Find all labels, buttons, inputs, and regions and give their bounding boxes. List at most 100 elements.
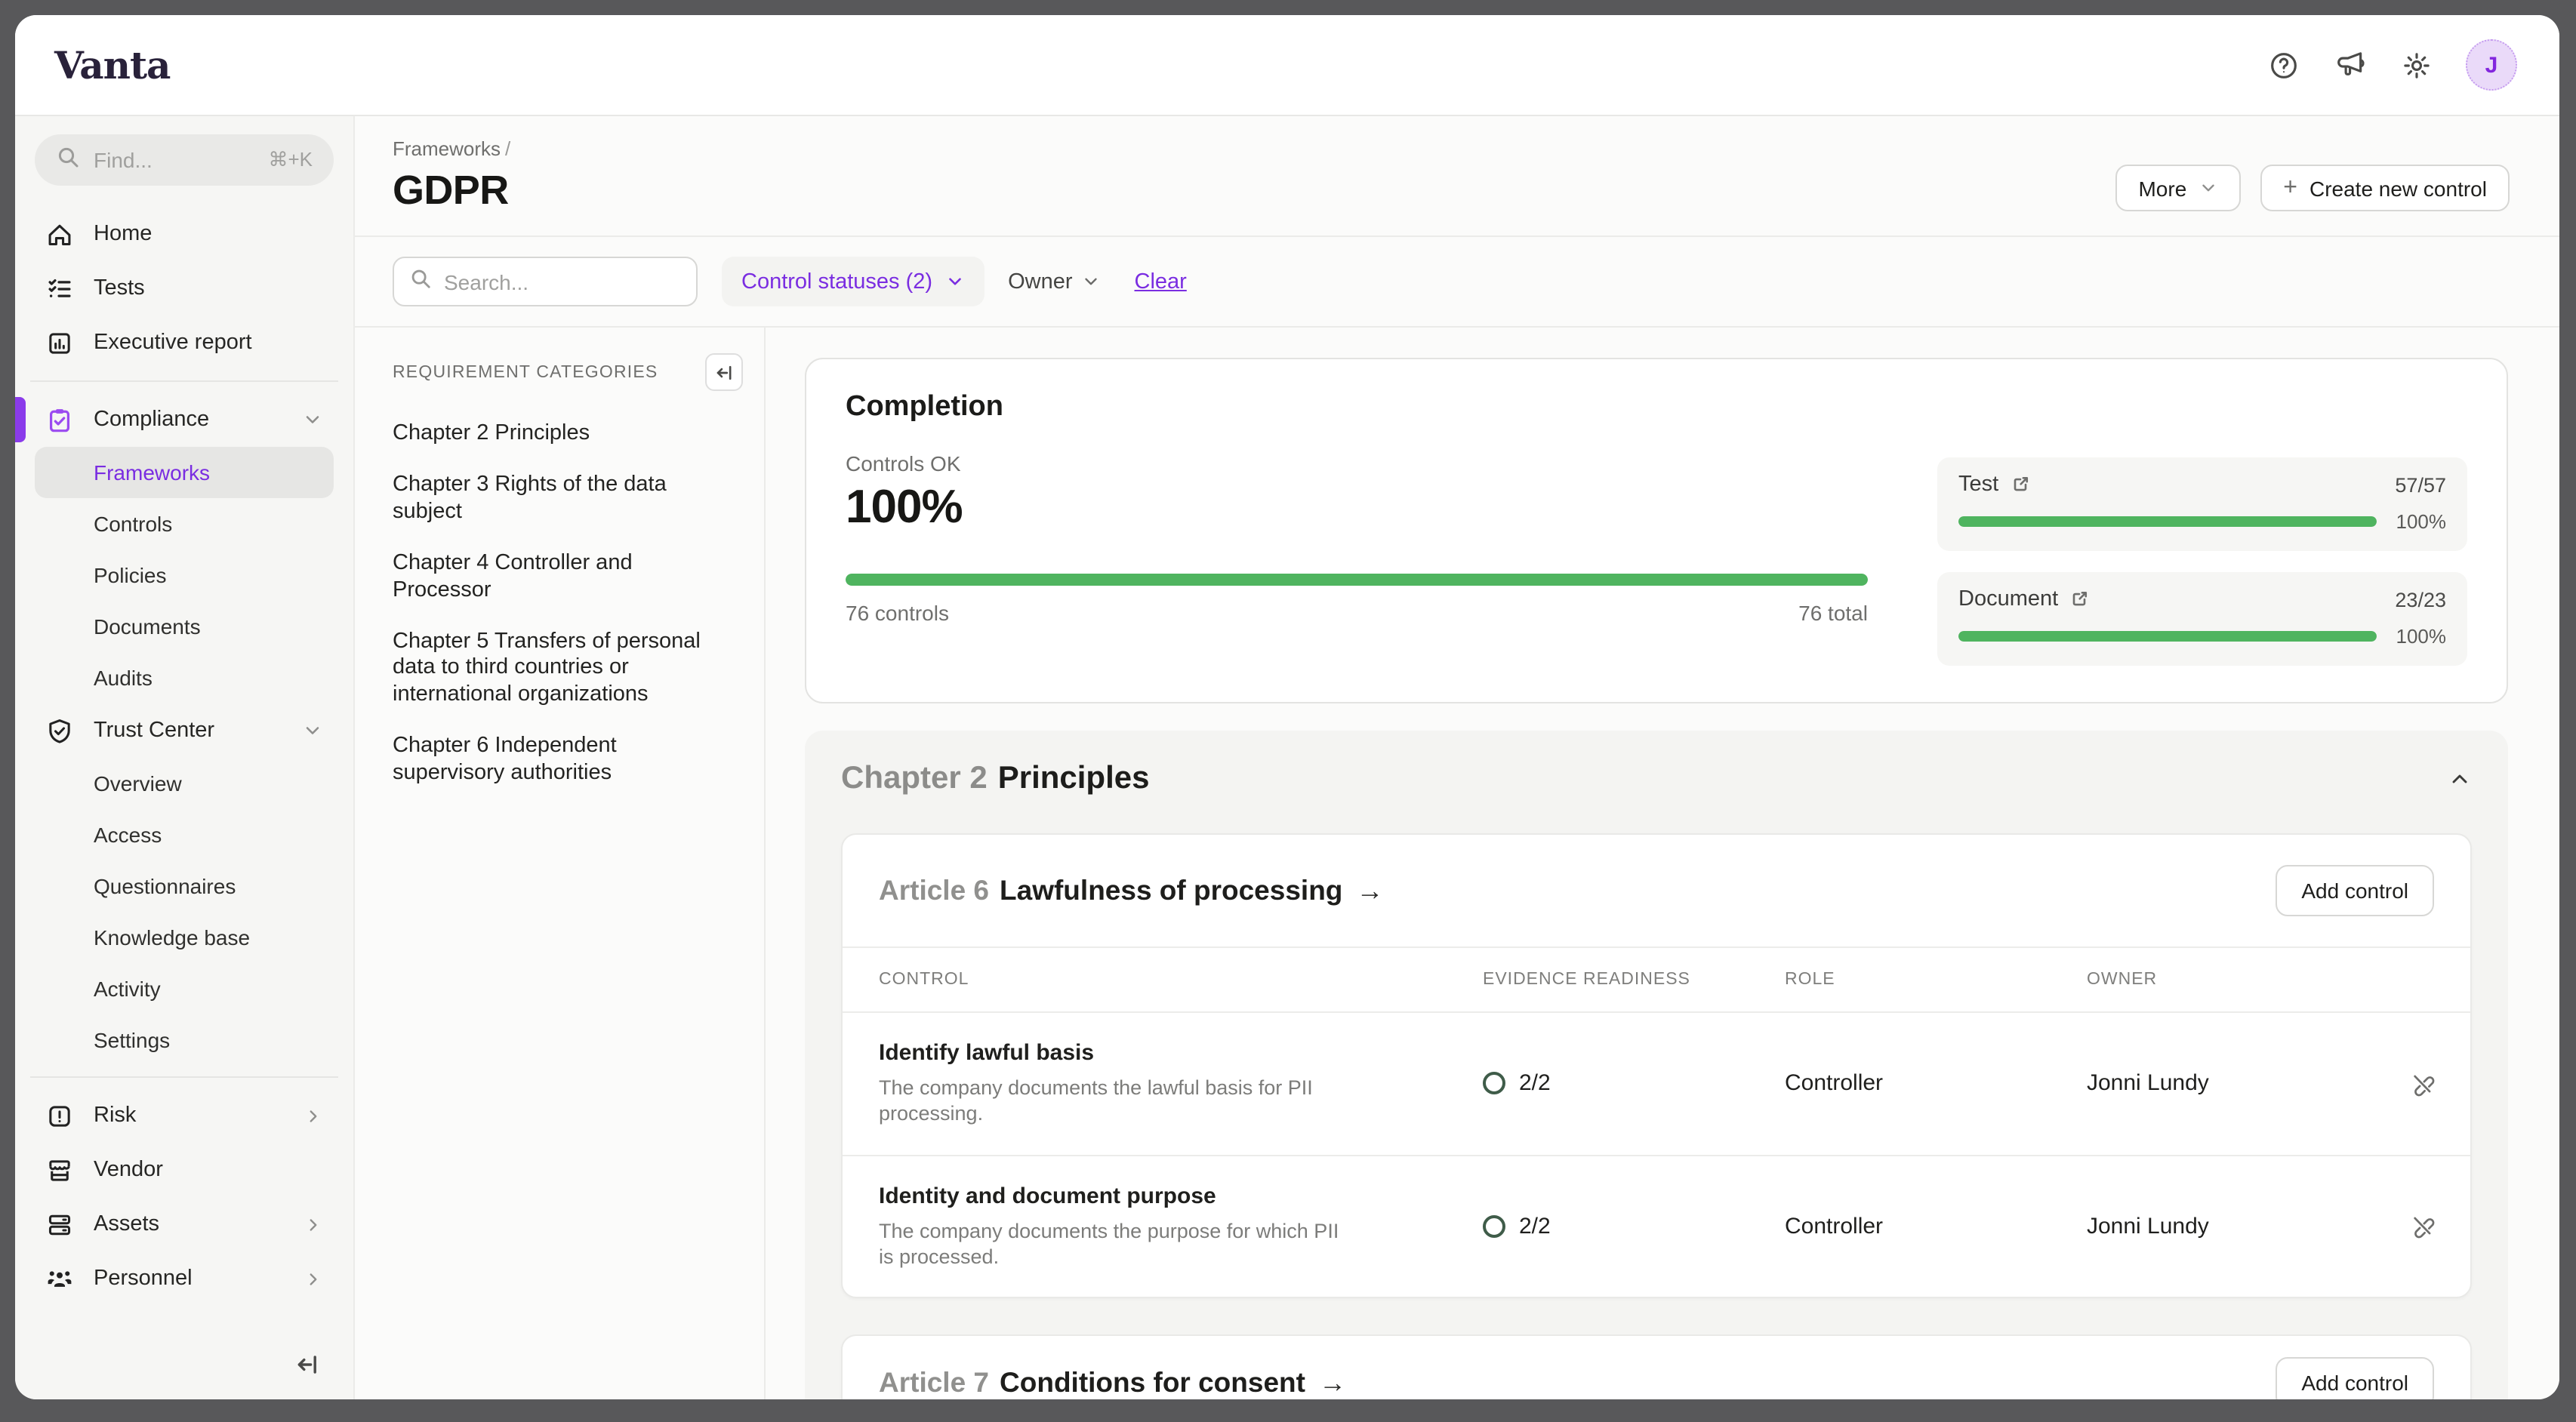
category-item[interactable]: Chapter 4 Controller and Processor: [393, 551, 728, 604]
arrow-right-icon: →: [1319, 1367, 1346, 1399]
add-control-label: Add control: [2301, 1371, 2408, 1395]
control-row[interactable]: Identity and document purpose The compan…: [843, 1154, 2470, 1297]
more-button[interactable]: More: [2115, 165, 2241, 211]
requirement-categories-panel: REQUIREMENT CATEGORIES Chapter 2 Princip…: [355, 328, 766, 1399]
category-item[interactable]: Chapter 3 Rights of the data subject: [393, 473, 728, 526]
controls-ok-percent: 100%: [846, 480, 1868, 534]
sidebar-item-documents[interactable]: Documents: [35, 601, 334, 652]
sidebar-item-label: Settings: [94, 1028, 170, 1052]
sidebar-item-questionnaires[interactable]: Questionnaires: [35, 860, 334, 912]
sidebar-item-tests[interactable]: Tests: [35, 261, 334, 315]
controls-count: 76 controls: [846, 601, 949, 625]
sidebar-item-assets[interactable]: Assets: [35, 1197, 334, 1251]
sidebar-item-vendor[interactable]: Vendor: [35, 1143, 334, 1197]
sidebar-item-home[interactable]: Home: [35, 207, 334, 261]
completion-card: Completion Controls OK 100% 76 controls …: [805, 358, 2508, 703]
article-name: Conditions for consent: [1000, 1366, 1305, 1399]
filter-bar: Control statuses (2) Owner Clear: [355, 237, 2559, 326]
server-stack-icon: [45, 1210, 74, 1239]
sidebar-item-label: Tests: [94, 276, 323, 300]
sidebar-item-personnel[interactable]: Personnel: [35, 1251, 334, 1306]
control-title[interactable]: Identity and document purpose: [879, 1183, 1483, 1208]
readiness-value: 2/2: [1519, 1214, 1551, 1239]
sidebar-item-risk[interactable]: Risk: [35, 1088, 334, 1143]
announcements-icon[interactable]: [2333, 48, 2366, 82]
sidebar-item-label: Activity: [94, 977, 161, 1001]
global-search[interactable]: ⌘+K: [35, 134, 334, 186]
controls-search-input[interactable]: [444, 269, 681, 294]
add-control-button[interactable]: Add control: [2276, 1357, 2434, 1399]
control-title[interactable]: Identify lawful basis: [879, 1040, 1483, 1066]
sidebar-item-label: Vendor: [94, 1158, 323, 1182]
controls-search[interactable]: [393, 257, 698, 306]
external-link-icon: [2009, 474, 2030, 495]
chevron-up-icon[interactable]: [2448, 767, 2472, 791]
sidebar-item-overview[interactable]: Overview: [35, 758, 334, 809]
chevron-down-icon: [302, 720, 323, 741]
settings-gear-icon[interactable]: [2399, 48, 2433, 82]
chevron-down-icon: [302, 409, 323, 430]
document-progress-bar: [1958, 631, 2377, 642]
article-title-link[interactable]: Article 7 Conditions for consent →: [879, 1366, 1346, 1399]
main-content: Frameworks/ GDPR More + C: [355, 116, 2559, 1399]
sidebar-item-activity[interactable]: Activity: [35, 963, 334, 1014]
unlink-icon[interactable]: [2374, 1070, 2470, 1097]
sidebar-item-knowledge-base[interactable]: Knowledge base: [35, 912, 334, 963]
sidebar-item-frameworks[interactable]: Frameworks: [35, 447, 334, 498]
sidebar-item-label: Home: [94, 222, 323, 246]
checklist-icon: [45, 274, 74, 303]
create-new-control-button[interactable]: + Create new control: [2260, 165, 2510, 211]
unlink-icon[interactable]: [2374, 1213, 2470, 1240]
chevron-right-icon: [304, 1106, 323, 1125]
sidebar-item-compliance[interactable]: Compliance: [35, 392, 334, 447]
controls-total: 76 total: [1798, 601, 1868, 625]
breadcrumb-frameworks[interactable]: Frameworks: [393, 137, 501, 160]
external-link-icon: [2069, 589, 2090, 610]
plus-icon: +: [2283, 174, 2297, 202]
control-row[interactable]: Identify lawful basis The company docume…: [843, 1011, 2470, 1154]
help-icon[interactable]: [2266, 48, 2300, 82]
control-role: Controller: [1785, 1214, 2087, 1239]
sidebar-item-label: Documents: [94, 614, 201, 639]
chevron-right-icon: [304, 1214, 323, 1234]
sidebar-item-access[interactable]: Access: [35, 809, 334, 860]
user-avatar[interactable]: J: [2466, 39, 2517, 91]
sidebar-item-controls[interactable]: Controls: [35, 498, 334, 549]
category-item[interactable]: Chapter 6 Independent supervisory author…: [393, 734, 728, 786]
categories-title: REQUIREMENT CATEGORIES: [393, 363, 658, 381]
owner-filter[interactable]: Owner: [1008, 269, 1101, 294]
sidebar-item-label: Access: [94, 823, 162, 847]
sidebar-item-settings[interactable]: Settings: [35, 1014, 334, 1066]
sidebar-item-executive-report[interactable]: Executive report: [35, 315, 334, 370]
search-icon: [409, 266, 432, 297]
screen: Vanta: [0, 0, 2576, 1422]
global-search-input[interactable]: [94, 148, 254, 172]
category-item[interactable]: Chapter 2 Principles: [393, 421, 728, 448]
document-stat-label[interactable]: Document: [1958, 587, 2090, 611]
chapter-name: Principles: [998, 761, 1150, 796]
category-item[interactable]: Chapter 5 Transfers of personal data to …: [393, 629, 728, 708]
completion-progress-bar: [846, 574, 1868, 586]
breadcrumb[interactable]: Frameworks/: [393, 137, 510, 160]
sidebar-item-label: Frameworks: [94, 460, 210, 485]
app-window: Vanta: [15, 15, 2559, 1399]
chapter-prefix: Chapter 2: [841, 761, 988, 796]
collapse-panel-button[interactable]: [705, 353, 743, 391]
article-title-link[interactable]: Article 6 Lawfulness of processing →: [879, 874, 1383, 907]
control-description: The company documents the lawful basis f…: [879, 1075, 1410, 1127]
test-stat-label[interactable]: Test: [1958, 472, 2030, 497]
evidence-readiness: 2/2: [1483, 1071, 1785, 1097]
control-statuses-label: Control statuses (2): [741, 269, 932, 294]
collapse-sidebar-icon[interactable]: [291, 1348, 325, 1381]
add-control-button[interactable]: Add control: [2276, 865, 2434, 916]
owner-filter-label: Owner: [1008, 269, 1072, 294]
sidebar-item-label: Overview: [94, 771, 182, 796]
control-description: The company documents the purpose for wh…: [879, 1217, 1350, 1270]
sidebar-item-audits[interactable]: Audits: [35, 652, 334, 703]
sidebar-item-policies[interactable]: Policies: [35, 549, 334, 601]
clear-filters-link[interactable]: Clear: [1135, 269, 1187, 294]
control-statuses-filter[interactable]: Control statuses (2): [722, 257, 984, 306]
sidebar-footer: [35, 1336, 334, 1384]
sidebar-item-trust-center[interactable]: Trust Center: [35, 703, 334, 758]
risk-alert-icon: [45, 1101, 74, 1130]
